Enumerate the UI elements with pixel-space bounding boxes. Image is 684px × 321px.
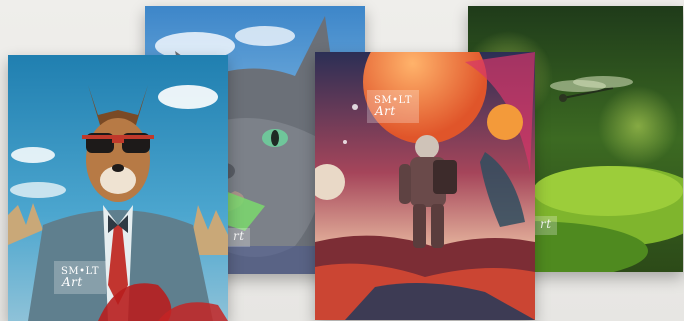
astronaut-poster-logo: SM•LT Art xyxy=(367,90,419,123)
logo-text: rt xyxy=(233,229,245,243)
logo-text: rt xyxy=(540,217,552,231)
astronaut-artwork xyxy=(315,52,535,320)
dragonfly-poster-logo: rt xyxy=(534,216,557,235)
cat-poster-logo: rt xyxy=(227,228,250,247)
logo-script: Art xyxy=(375,104,396,118)
dog-poster-logo: SM•LT Art xyxy=(54,261,106,294)
poster-astronaut[interactable]: SM•LT Art xyxy=(315,52,535,320)
dog-artwork xyxy=(8,55,228,321)
logo-script: Art xyxy=(62,275,83,289)
poster-dog[interactable]: SM•LT Art xyxy=(8,55,228,321)
